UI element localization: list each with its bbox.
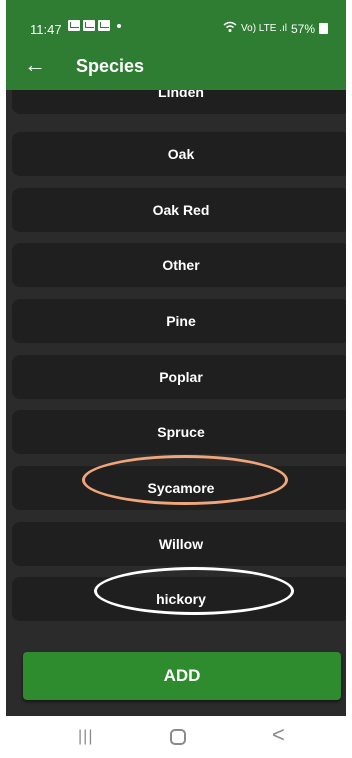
species-label: Willow bbox=[158, 536, 204, 552]
status-icons: Vo) LTE .ıl 57% bbox=[223, 21, 328, 36]
status-time: 11:47 bbox=[30, 22, 62, 37]
more-notifications-dot bbox=[117, 24, 121, 28]
notification-icons bbox=[68, 20, 121, 31]
species-item-hickory[interactable]: hickory bbox=[12, 577, 346, 621]
species-item-oak[interactable]: Oak bbox=[12, 132, 346, 176]
species-item-linden[interactable]: Linden bbox=[12, 90, 346, 114]
wifi-icon bbox=[223, 21, 237, 36]
species-label: Oak bbox=[167, 146, 195, 162]
phone-screen: 11:47 Vo) LTE .ıl 57% ← Species Linden O… bbox=[6, 0, 346, 758]
app-bar: ← Species bbox=[6, 44, 346, 90]
add-button[interactable]: ADD bbox=[23, 652, 341, 700]
signal-icon: Vo) LTE .ıl bbox=[241, 23, 287, 34]
species-item-other[interactable]: Other bbox=[12, 243, 346, 287]
species-label: Pine bbox=[166, 313, 196, 329]
back-icon[interactable]: < bbox=[272, 722, 285, 748]
species-item-oak-red[interactable]: Oak Red bbox=[12, 188, 346, 232]
status-bar: 11:47 Vo) LTE .ıl 57% bbox=[6, 0, 346, 44]
species-label: hickory bbox=[156, 591, 206, 607]
bottom-action-area: ADD bbox=[6, 628, 346, 716]
check-icon bbox=[98, 20, 110, 31]
system-nav-bar: ||| < bbox=[0, 716, 352, 758]
image-icon bbox=[83, 20, 95, 31]
species-label: Linden bbox=[158, 90, 204, 100]
arrow-left-icon[interactable]: ← bbox=[24, 52, 46, 78]
species-item-willow[interactable]: Willow bbox=[12, 522, 346, 566]
species-list[interactable]: Linden Oak Oak Red Other Pine Poplar Spr… bbox=[6, 90, 346, 628]
species-label: Spruce bbox=[157, 424, 205, 440]
species-label: Oak Red bbox=[152, 202, 210, 218]
species-item-spruce[interactable]: Spruce bbox=[12, 410, 346, 454]
page-title: Species bbox=[76, 56, 145, 76]
species-item-sycamore[interactable]: Sycamore bbox=[12, 466, 346, 510]
battery-percent: 57% bbox=[290, 21, 315, 36]
species-item-poplar[interactable]: Poplar bbox=[12, 355, 346, 399]
battery-icon bbox=[319, 23, 328, 34]
species-item-pine[interactable]: Pine bbox=[12, 299, 346, 343]
recents-icon[interactable]: ||| bbox=[78, 728, 93, 746]
species-label: Sycamore bbox=[147, 480, 215, 496]
mail-icon bbox=[68, 20, 80, 31]
species-label: Poplar bbox=[159, 369, 203, 385]
home-icon[interactable] bbox=[170, 729, 186, 745]
species-label: Other bbox=[162, 257, 200, 273]
